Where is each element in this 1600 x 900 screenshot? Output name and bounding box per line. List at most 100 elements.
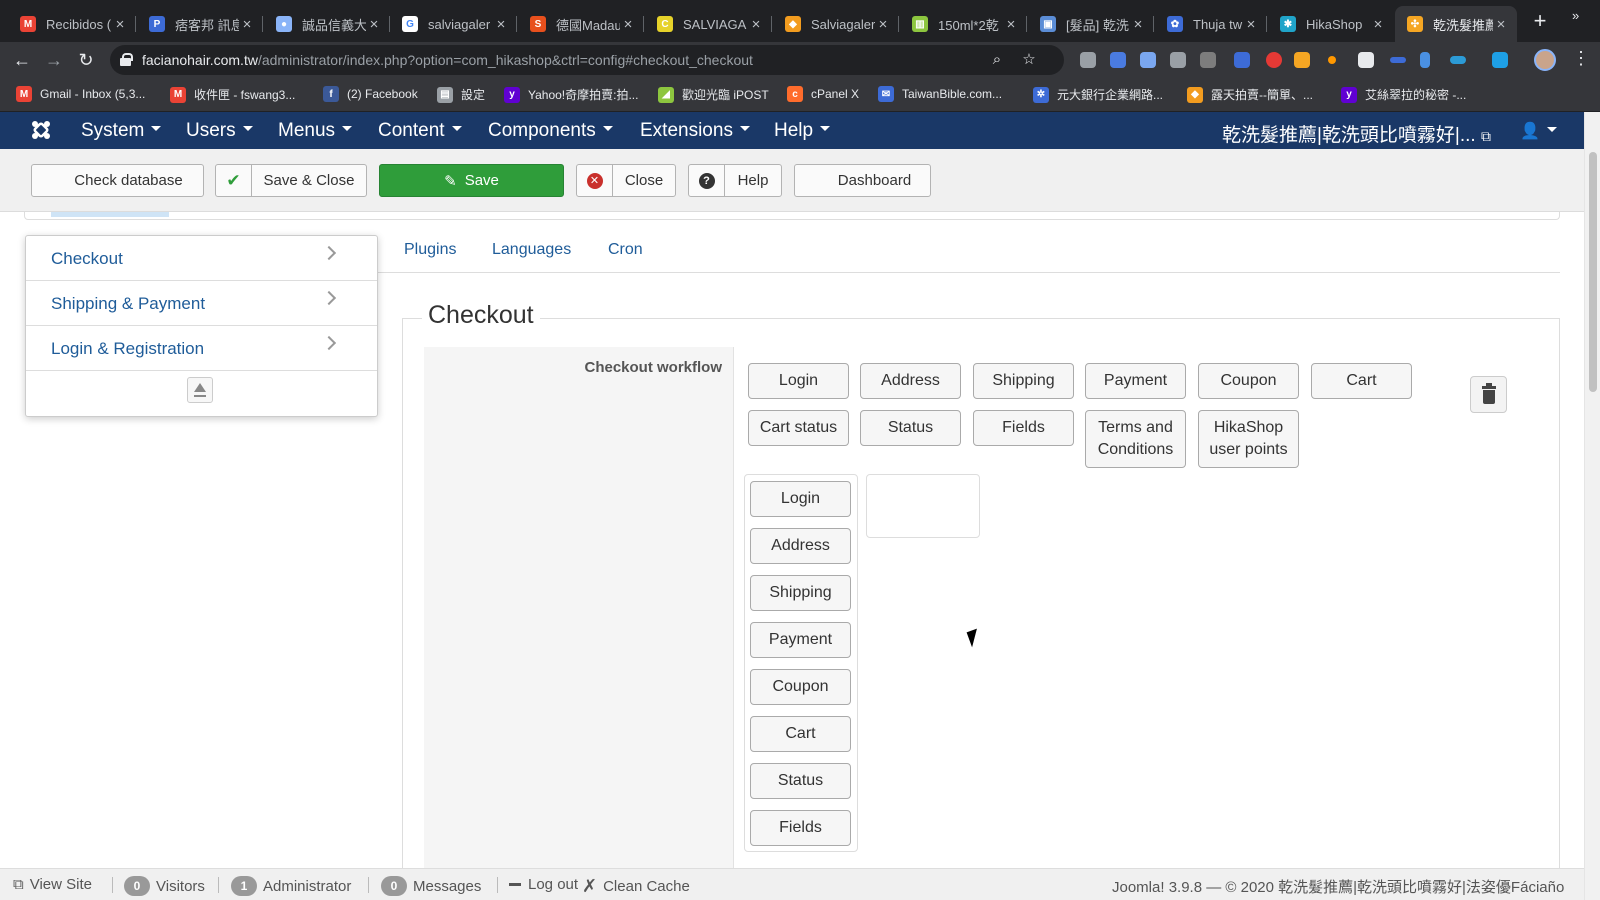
menu-system[interactable]: System [81,120,162,142]
close-tab-icon[interactable]: × [1370,16,1386,33]
workflow-block-payment[interactable]: Payment [1085,363,1186,399]
workflow-block-cart[interactable]: Cart [1311,363,1412,399]
browser-tab[interactable]: C SALVIAGA × [645,6,772,42]
sidebar-item-shipping-payment[interactable]: Shipping & Payment [26,281,377,326]
url-text[interactable]: facianohair.com.tw/administrator/index.p… [142,52,753,68]
bookmark-star-icon[interactable]: ☆ [1018,49,1040,71]
bookmark-item[interactable]: y Yahoo!奇摩拍賣:拍... [504,86,638,103]
bookmark-item[interactable]: ◆ 露天拍賣--簡單、... [1187,86,1313,103]
dashboard-button[interactable]: Dashboard [794,164,931,197]
bookmarks-overflow-icon[interactable]: » [1572,8,1579,23]
tab-languages[interactable]: Languages [492,241,571,259]
bookmark-item[interactable]: ◢ 歡迎光臨 iPOST [658,86,769,103]
tab-cron[interactable]: Cron [608,241,643,259]
workflow-block-coupon[interactable]: Coupon [1198,363,1299,399]
sidebar-item-checkout[interactable]: Checkout [26,236,377,281]
help-button[interactable]: ? Help [688,164,782,197]
step-block-address[interactable]: Address [750,528,851,564]
save-close-button[interactable]: ✔ Save & Close [215,164,367,197]
new-tab-button[interactable]: + [1528,10,1552,34]
clean-cache-link[interactable]: ✗ Clean Cache [582,876,690,897]
bookmark-item[interactable]: ▤ 設定 [437,86,485,103]
administrator-link[interactable]: 1 Administrator [231,876,351,896]
browser-tab[interactable]: Gsalviagaler × [390,6,517,42]
address-bar[interactable]: facianohair.com.tw/administrator/index.p… [110,45,1064,75]
bookmark-item[interactable]: M 收件匣 - fswang3... [170,86,295,103]
extension-icon[interactable] [1420,52,1430,68]
workflow-block-status[interactable]: Status [860,410,961,446]
browser-tab[interactable]: ● 誠品信義大 × [264,6,390,42]
step-block-payment[interactable]: Payment [750,622,851,658]
extension-icon[interactable] [1266,52,1282,68]
browser-tab[interactable]: S 德國Madau × [518,6,644,42]
profile-avatar[interactable] [1534,49,1556,71]
extension-icon[interactable] [1140,52,1156,68]
scrollbar-thumb[interactable] [1589,152,1597,392]
close-tab-icon[interactable]: × [875,16,891,33]
extension-icon[interactable] [1492,52,1508,68]
workflow-block-hikashop-user-points[interactable]: HikaShop user points [1198,410,1299,468]
workflow-block-terms-and-conditions[interactable]: Terms and Conditions [1085,410,1186,468]
menu-users[interactable]: Users [186,120,253,142]
browser-tab[interactable]: ▣ [髮品] 乾洗 × [1028,6,1154,42]
step-block-fields[interactable]: Fields [750,810,851,846]
close-tab-icon[interactable]: × [620,16,636,33]
bookmark-item[interactable]: ✉ TaiwanBible.com... [878,86,1002,102]
menu-extensions[interactable]: Extensions [640,120,750,142]
extension-icon[interactable] [1294,52,1310,68]
step-block-cart[interactable]: Cart [750,716,851,752]
extension-icon[interactable] [1110,52,1126,68]
bookmark-item[interactable]: c cPanel X [787,86,859,102]
tab-plugins[interactable]: Plugins [404,241,456,259]
bookmark-item[interactable]: M Gmail - Inbox (5,3... [16,86,145,102]
workflow-block-fields[interactable]: Fields [973,410,1074,446]
workflow-block-shipping[interactable]: Shipping [973,363,1074,399]
site-title-link[interactable]: 乾洗髮推薦|乾洗頭比噴霧好|... ⧉ [1222,120,1491,147]
messages-link[interactable]: 0 Messages [381,876,481,896]
bookmark-item[interactable]: f (2) Facebook [323,86,418,102]
close-tab-icon[interactable]: × [748,16,764,33]
save-button[interactable]: ✎ Save [379,164,564,197]
forward-button[interactable]: → [42,48,66,72]
trash-icon[interactable] [1470,376,1507,413]
workflow-block-address[interactable]: Address [860,363,961,399]
step-block-shipping[interactable]: Shipping [750,575,851,611]
step-block-login[interactable]: Login [750,481,851,517]
extension-icon[interactable] [1390,57,1406,63]
close-tab-icon[interactable]: × [112,16,128,33]
browser-tab[interactable]: ◆ Salviagaler × [773,6,899,42]
browser-tab[interactable]: ▥ 150ml*2乾 × [900,6,1027,42]
zoom-icon[interactable]: ⌕ [986,49,1008,71]
extension-icon[interactable] [1328,56,1336,64]
extension-icon[interactable] [1170,52,1186,68]
close-tab-icon[interactable]: × [239,16,255,33]
view-site-link[interactable]: ⧉ View Site [13,876,92,893]
step-block-status[interactable]: Status [750,763,851,799]
menu-content[interactable]: Content [378,120,462,142]
joomla-logo-icon[interactable] [30,119,52,141]
extension-icon[interactable] [1200,52,1216,68]
reload-button[interactable]: ↻ [74,48,98,72]
menu-menus[interactable]: Menus [278,120,353,142]
close-button[interactable]: ✕ Close [576,164,676,197]
check-database-button[interactable]: Check database [31,164,204,197]
workflow-block-login[interactable]: Login [748,363,849,399]
menu-components[interactable]: Components [488,120,613,142]
back-button[interactable]: ← [10,48,34,72]
browser-menu-icon[interactable]: ⋮ [1572,48,1590,69]
close-tab-icon[interactable]: × [493,16,509,33]
close-tab-icon[interactable]: × [1003,16,1019,33]
menu-help[interactable]: Help [774,120,831,142]
close-tab-icon[interactable]: × [366,16,382,33]
extension-icon[interactable] [1358,52,1374,68]
sidebar-item-login-registration[interactable]: Login & Registration [26,326,377,371]
collapse-up-icon[interactable] [187,377,213,403]
page-scrollbar[interactable] [1584,112,1600,900]
bookmark-item[interactable]: ✲ 元大銀行企業網路... [1033,86,1163,103]
browser-tab[interactable]: P 痞客邦 訊息 × [137,6,263,42]
browser-tab[interactable]: ✱ HikaShop × [1268,6,1394,42]
browser-tab[interactable]: M Recibidos (× [8,6,136,42]
step-block-coupon[interactable]: Coupon [750,669,851,705]
bookmark-item[interactable]: y 艾絲翠拉的秘密 -... [1341,86,1466,103]
visitors-link[interactable]: 0 Visitors [124,876,205,896]
